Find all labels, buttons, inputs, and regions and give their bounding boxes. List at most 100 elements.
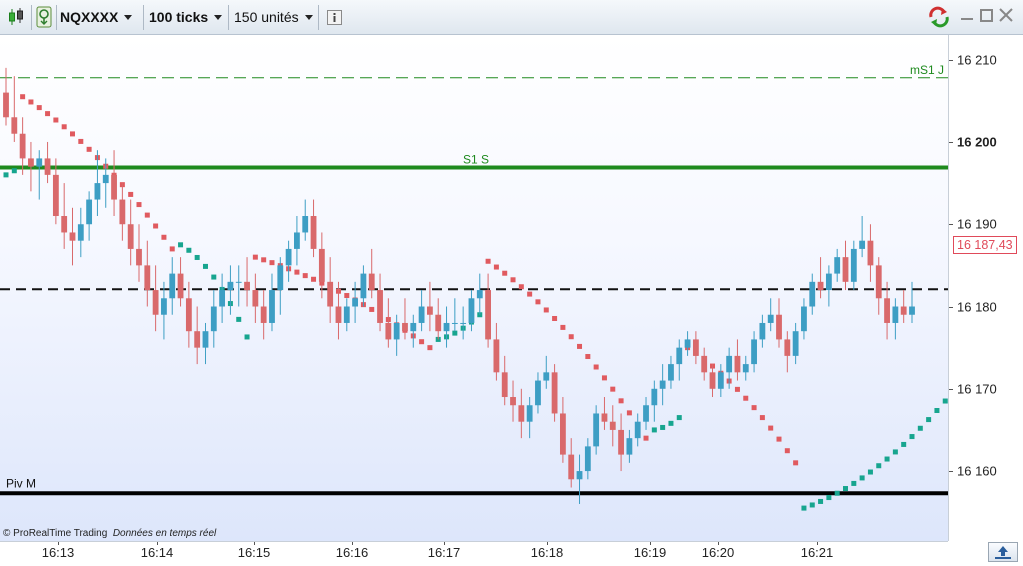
sar-dot [86, 146, 92, 152]
candle-body [86, 199, 93, 225]
info-icon[interactable] [325, 4, 343, 30]
sar-dot [502, 270, 508, 276]
candle-body [568, 454, 575, 480]
chart-area[interactable]: mS1 J S1 S Piv M © ProRealTime Trading Don… [0, 35, 948, 541]
interval-selector[interactable]: 100 ticks [149, 4, 229, 30]
sar-dot [826, 495, 832, 501]
candle-body [867, 240, 874, 266]
sar-dot [53, 117, 59, 123]
sar-dot [552, 315, 558, 321]
candle-body [584, 446, 591, 472]
sar-dot [784, 448, 790, 454]
candle-body [202, 331, 209, 348]
candle-body [102, 174, 109, 184]
candle-body [485, 290, 492, 340]
sar-dot [618, 398, 624, 404]
chevron-down-icon [124, 14, 133, 20]
candle-body [643, 405, 649, 422]
sar-dot [211, 274, 217, 280]
candlestick-icon[interactable] [4, 4, 28, 30]
price-tick-label: 16 160 [957, 463, 997, 479]
sar-dot [194, 254, 200, 260]
time-tick-mark [157, 542, 158, 545]
price-axis[interactable]: 16 210 16 200 16 190 16 180 16 170 16 160 16 1… [948, 35, 1023, 541]
candle-body [144, 265, 151, 291]
candle-body [751, 339, 757, 365]
time-tick-mark [650, 542, 651, 545]
price-tick-mark [949, 141, 953, 143]
sar-dot [236, 316, 242, 322]
sar-dot [801, 505, 807, 511]
time-tick-label: 16:21 [800, 545, 834, 560]
candle-body [792, 331, 799, 356]
sar-dot [153, 223, 159, 229]
candle-body [252, 290, 259, 307]
time-axis[interactable]: 16:13 16:14 16:15 16:16 16:17 16:18 16:19 16:20… [0, 541, 948, 564]
chevron-down-icon [214, 14, 223, 20]
sar-dot [311, 276, 317, 282]
sar-dot [28, 99, 34, 105]
sar-dot [884, 456, 890, 462]
candle-body [767, 314, 774, 323]
candle-body [742, 364, 749, 373]
sar-dot [69, 131, 75, 137]
levels-layer: mS1 J S1 S Piv M [0, 63, 948, 496]
candle-body [634, 421, 641, 439]
candle-body [842, 257, 849, 282]
price-tick-label: 16 200 [957, 134, 997, 150]
candle-body [260, 306, 267, 323]
refresh-icon[interactable] [926, 4, 952, 30]
candle-body [210, 306, 217, 332]
last-price-badge: 16 187,43 [953, 236, 1017, 255]
candle-body [784, 339, 791, 356]
units-selector[interactable]: 150 unités [234, 4, 320, 30]
candle-body [318, 248, 325, 282]
price-chart[interactable]: mS1 J S1 S Piv M [0, 35, 948, 541]
time-tick-mark [254, 542, 255, 545]
candle-body [601, 413, 608, 422]
sar-dot [843, 486, 849, 492]
scroll-up-icon[interactable] [988, 542, 1018, 562]
price-tick-mark [949, 388, 953, 390]
sar-dot [577, 343, 583, 349]
sar-dot [169, 246, 175, 252]
candle-body [19, 133, 26, 159]
sar-dot [543, 307, 549, 313]
candle-body [510, 397, 516, 406]
sar-dot [626, 410, 632, 416]
maximize-icon[interactable] [980, 9, 993, 22]
sar-dot [369, 306, 375, 312]
candle-body [651, 388, 658, 406]
time-tick-label: 16:19 [633, 545, 667, 560]
time-tick-mark [718, 542, 719, 545]
alert-icon[interactable] [34, 4, 54, 30]
sar-dot [427, 345, 433, 351]
close-icon[interactable] [999, 8, 1013, 22]
candle-body [526, 405, 533, 422]
candle-body [468, 298, 475, 323]
candle-body [535, 380, 541, 406]
sar-dot [585, 354, 591, 360]
sar-dot [11, 168, 17, 174]
candle-body [119, 199, 126, 225]
instrument-selector[interactable]: NQXXXX [60, 4, 140, 30]
minimize-icon[interactable] [960, 8, 974, 22]
candle-body [235, 281, 242, 283]
candle-body [368, 273, 375, 291]
candle-body [909, 306, 915, 315]
candle-body [709, 372, 716, 389]
candle-body [875, 265, 882, 299]
candle-body [609, 421, 616, 430]
candle-body [61, 216, 68, 233]
candle-body [817, 281, 824, 291]
candle-body [327, 281, 334, 307]
time-tick-label: 16:16 [335, 545, 369, 560]
sar-dot [759, 415, 765, 421]
sar-dot [294, 269, 300, 275]
candle-body [859, 240, 866, 249]
candle-body [776, 314, 782, 340]
copyright-text: © ProRealTime Trading Données en temps r… [3, 528, 216, 539]
candle-body [759, 322, 766, 340]
candle-body [626, 438, 633, 455]
sar-dot [178, 242, 184, 248]
